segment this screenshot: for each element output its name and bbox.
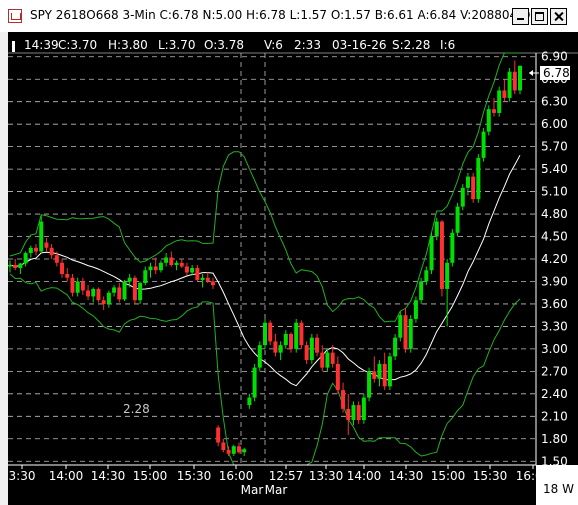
candle xyxy=(257,341,262,372)
candle xyxy=(387,352,392,391)
info-low: L:3.70 xyxy=(158,38,195,52)
time-tick-label: 12:57 xyxy=(269,469,304,483)
price-tick-label: 6.90 xyxy=(541,50,568,64)
price-tick-label: 1.80 xyxy=(541,432,568,446)
price-tick-label: 3.60 xyxy=(541,297,568,311)
candle xyxy=(299,320,304,349)
close-button[interactable] xyxy=(550,8,567,25)
time-tick-label: 14:00 xyxy=(49,469,84,483)
chart-area[interactable]: 14:39 C:3.70 H:3.80 L:3.70 O:3.78 V:6 2:… xyxy=(8,32,578,505)
candle xyxy=(476,154,481,203)
marker-value-label: 2.28 xyxy=(123,402,150,416)
date-label-left: Mar xyxy=(241,483,264,497)
candle xyxy=(132,275,137,304)
candle xyxy=(439,220,444,297)
date-label-right: Mar xyxy=(265,483,288,497)
time-tick-label: 15:30 xyxy=(177,469,212,483)
candle xyxy=(367,367,372,402)
candle xyxy=(460,184,465,211)
time-tick-label: 14:00 xyxy=(347,469,382,483)
info-date: 03-16-26 xyxy=(332,38,386,52)
candle xyxy=(486,105,491,136)
candle xyxy=(96,287,101,303)
candle xyxy=(518,65,522,95)
app-icon[interactable] xyxy=(8,9,22,23)
candle xyxy=(398,311,403,342)
info-marker-icon xyxy=(12,41,15,52)
candle xyxy=(497,86,502,117)
info-close: C:3.70 xyxy=(58,38,97,52)
info-high: H:3.80 xyxy=(108,38,148,52)
candle xyxy=(450,229,455,267)
candle xyxy=(393,333,398,361)
candle xyxy=(507,67,512,102)
price-tick-label: 5.40 xyxy=(541,162,568,176)
time-axis[interactable]: 3:30 14:00 14:30 15:00 15:30 16:00 12:57 13:30 1… xyxy=(8,464,578,505)
price-tick-label: 2.40 xyxy=(541,387,568,401)
info-s: S:2.28 xyxy=(392,38,430,52)
maximize-button[interactable] xyxy=(531,8,548,25)
candle xyxy=(429,232,434,274)
info-time: 14:39 xyxy=(24,38,59,52)
price-tick-label: 4.20 xyxy=(541,252,568,266)
candle xyxy=(413,296,418,323)
price-tick-label: 2.10 xyxy=(541,409,568,423)
last-price-value: 6.78 xyxy=(543,66,570,80)
time-tick-label: 14:30 xyxy=(91,469,126,483)
price-chart[interactable]: 14:39 C:3.70 H:3.80 L:3.70 O:3.78 V:6 2:… xyxy=(8,32,578,505)
chart-window: SPY 2618O668 3-Min C:6.78 N:5.00 H:6.78 … xyxy=(0,0,578,505)
candle xyxy=(408,315,413,353)
price-tick-label: 3.00 xyxy=(541,342,568,356)
candle xyxy=(419,277,424,304)
candle xyxy=(263,318,267,349)
price-tick-label: 6.00 xyxy=(541,117,568,131)
title-bar[interactable]: SPY 2618O668 3-Min C:6.78 N:5.00 H:6.78 … xyxy=(0,0,578,32)
price-tick-label: 3.30 xyxy=(541,319,568,333)
price-tick-label: 6.30 xyxy=(541,95,568,109)
time-tick-label: 16:00 xyxy=(219,469,254,483)
time-tick-label: 15:00 xyxy=(133,469,168,483)
candle xyxy=(481,127,486,162)
candle xyxy=(122,279,127,301)
candle xyxy=(252,363,257,402)
candle xyxy=(309,333,314,364)
minimize-button[interactable] xyxy=(512,8,529,25)
info-i: I:6 xyxy=(440,38,455,52)
chart-background xyxy=(8,32,578,505)
info-bar-time: 2:33 xyxy=(294,38,321,52)
info-open: O:3.78 xyxy=(204,38,244,52)
candle xyxy=(361,393,366,424)
price-tick-label: 2.70 xyxy=(541,364,568,378)
time-tick-label: 13:30 xyxy=(309,469,344,483)
interval-label: 18 W xyxy=(543,482,574,496)
candle xyxy=(455,202,460,237)
info-volume: V:6 xyxy=(264,38,283,52)
time-tick-label: 3:30 xyxy=(9,469,36,483)
candle xyxy=(471,172,476,203)
time-tick-label: 15:30 xyxy=(473,469,508,483)
candle xyxy=(294,318,299,353)
time-tick-label: 15:00 xyxy=(431,469,466,483)
price-tick-label: 4.50 xyxy=(541,230,568,244)
price-tick-label: 4.80 xyxy=(541,207,568,221)
price-tick-label: 3.90 xyxy=(541,274,568,288)
window-title: SPY 2618O668 3-Min C:6.78 N:5.00 H:6.78 … xyxy=(30,8,546,22)
time-tick-label: 16:00 xyxy=(516,469,551,483)
price-tick-label: 5.10 xyxy=(541,185,568,199)
price-tick-label: 5.70 xyxy=(541,140,568,154)
time-tick-label: 14:30 xyxy=(389,469,424,483)
